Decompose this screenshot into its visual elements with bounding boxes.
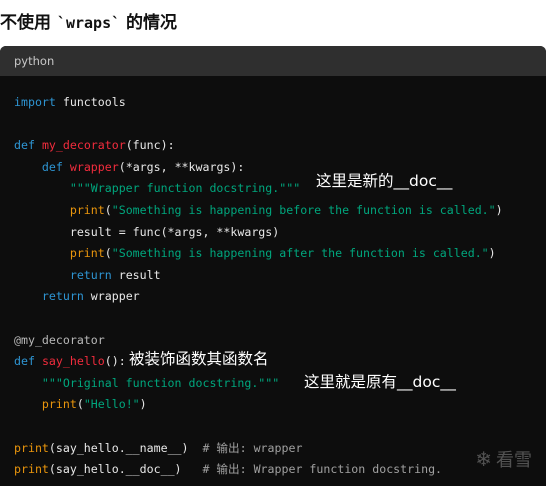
code-token: wrapper <box>83 289 140 304</box>
code-line: import functools <box>14 92 503 114</box>
watermark: ❄ 看雪 <box>475 446 532 472</box>
code-body: import functools def my_decorator(func):… <box>14 92 503 481</box>
code-line: return result <box>14 265 503 287</box>
code-token: return <box>69 267 112 282</box>
annotation-decorated-name: 被装饰函数其函数名 <box>129 350 269 368</box>
code-line: print("Hello!") <box>14 394 503 416</box>
code-token: result <box>111 267 161 282</box>
code-language-label: python <box>0 46 546 76</box>
code-token: ) <box>495 202 503 217</box>
code-line: print(say_hello.__name__) # 输出: wrapper <box>14 438 503 460</box>
annotation-original-doc: 这里就是原有__doc__ <box>304 373 456 391</box>
code-token: def <box>41 159 63 174</box>
code-line: def my_decorator(func): <box>14 135 503 157</box>
code-token: (say_hello.__name__) <box>48 440 203 455</box>
code-token: ( <box>104 246 112 261</box>
code-token: (say_hello.__doc__) <box>48 462 203 477</box>
code-token: print <box>69 246 105 261</box>
code-token: (*args, **kwargs): <box>118 159 245 174</box>
watermark-text: 看雪 <box>496 450 532 471</box>
code-token: my_decorator <box>41 138 126 153</box>
code-token: import <box>14 95 56 109</box>
code-token: print <box>41 397 77 412</box>
code-token: # 输出: wrapper <box>202 440 303 455</box>
code-line: return wrapper <box>14 286 503 308</box>
annotation-new-doc: 这里是新的__doc__ <box>316 172 453 190</box>
code-token: print <box>69 202 105 217</box>
heading-prefix: 不使用 <box>0 13 57 33</box>
code-token: """Original function docstring.""" <box>41 375 280 390</box>
code-token: """Wrapper function docstring.""" <box>69 181 301 196</box>
heading-suffix: 的情况 <box>120 13 178 33</box>
code-token: # 输出: Wrapper function docstring. <box>202 462 443 477</box>
code-block: python import functools def my_decorator… <box>0 46 546 486</box>
code-token: "Hello!" <box>83 397 140 412</box>
code-token: ) <box>139 397 147 412</box>
snowflake-icon: ❄ <box>475 447 492 471</box>
code-token: def <box>14 354 35 369</box>
code-line: print("Something is happening before the… <box>14 200 503 222</box>
code-token: ) <box>488 246 496 261</box>
code-line: print(say_hello.__doc__) # 输出: Wrapper f… <box>14 459 503 481</box>
code-token: result = func(*args, **kwargs) <box>14 224 280 239</box>
code-token: print <box>14 440 49 455</box>
code-line: print("Something is happening after the … <box>14 243 503 265</box>
code-token: functools <box>55 95 126 109</box>
code-token: wrapper <box>69 159 119 174</box>
code-token: ( <box>104 202 112 217</box>
code-token: (): <box>104 354 126 369</box>
section-heading: 不使用 `wraps` 的情况 <box>0 8 177 38</box>
code-token: ( <box>76 397 84 412</box>
heading-code: `wraps` <box>56 14 121 32</box>
code-token: @my_decorator <box>14 332 105 347</box>
code-token: (func): <box>125 138 175 153</box>
code-token: "Something is happening before the funct… <box>111 202 496 217</box>
code-token: print <box>14 462 49 477</box>
code-line: result = func(*args, **kwargs) <box>14 222 503 244</box>
code-token: def <box>14 138 35 153</box>
code-token: return <box>41 289 84 304</box>
code-token: say_hello <box>41 354 105 369</box>
code-token: "Something is happening after the functi… <box>111 246 489 261</box>
